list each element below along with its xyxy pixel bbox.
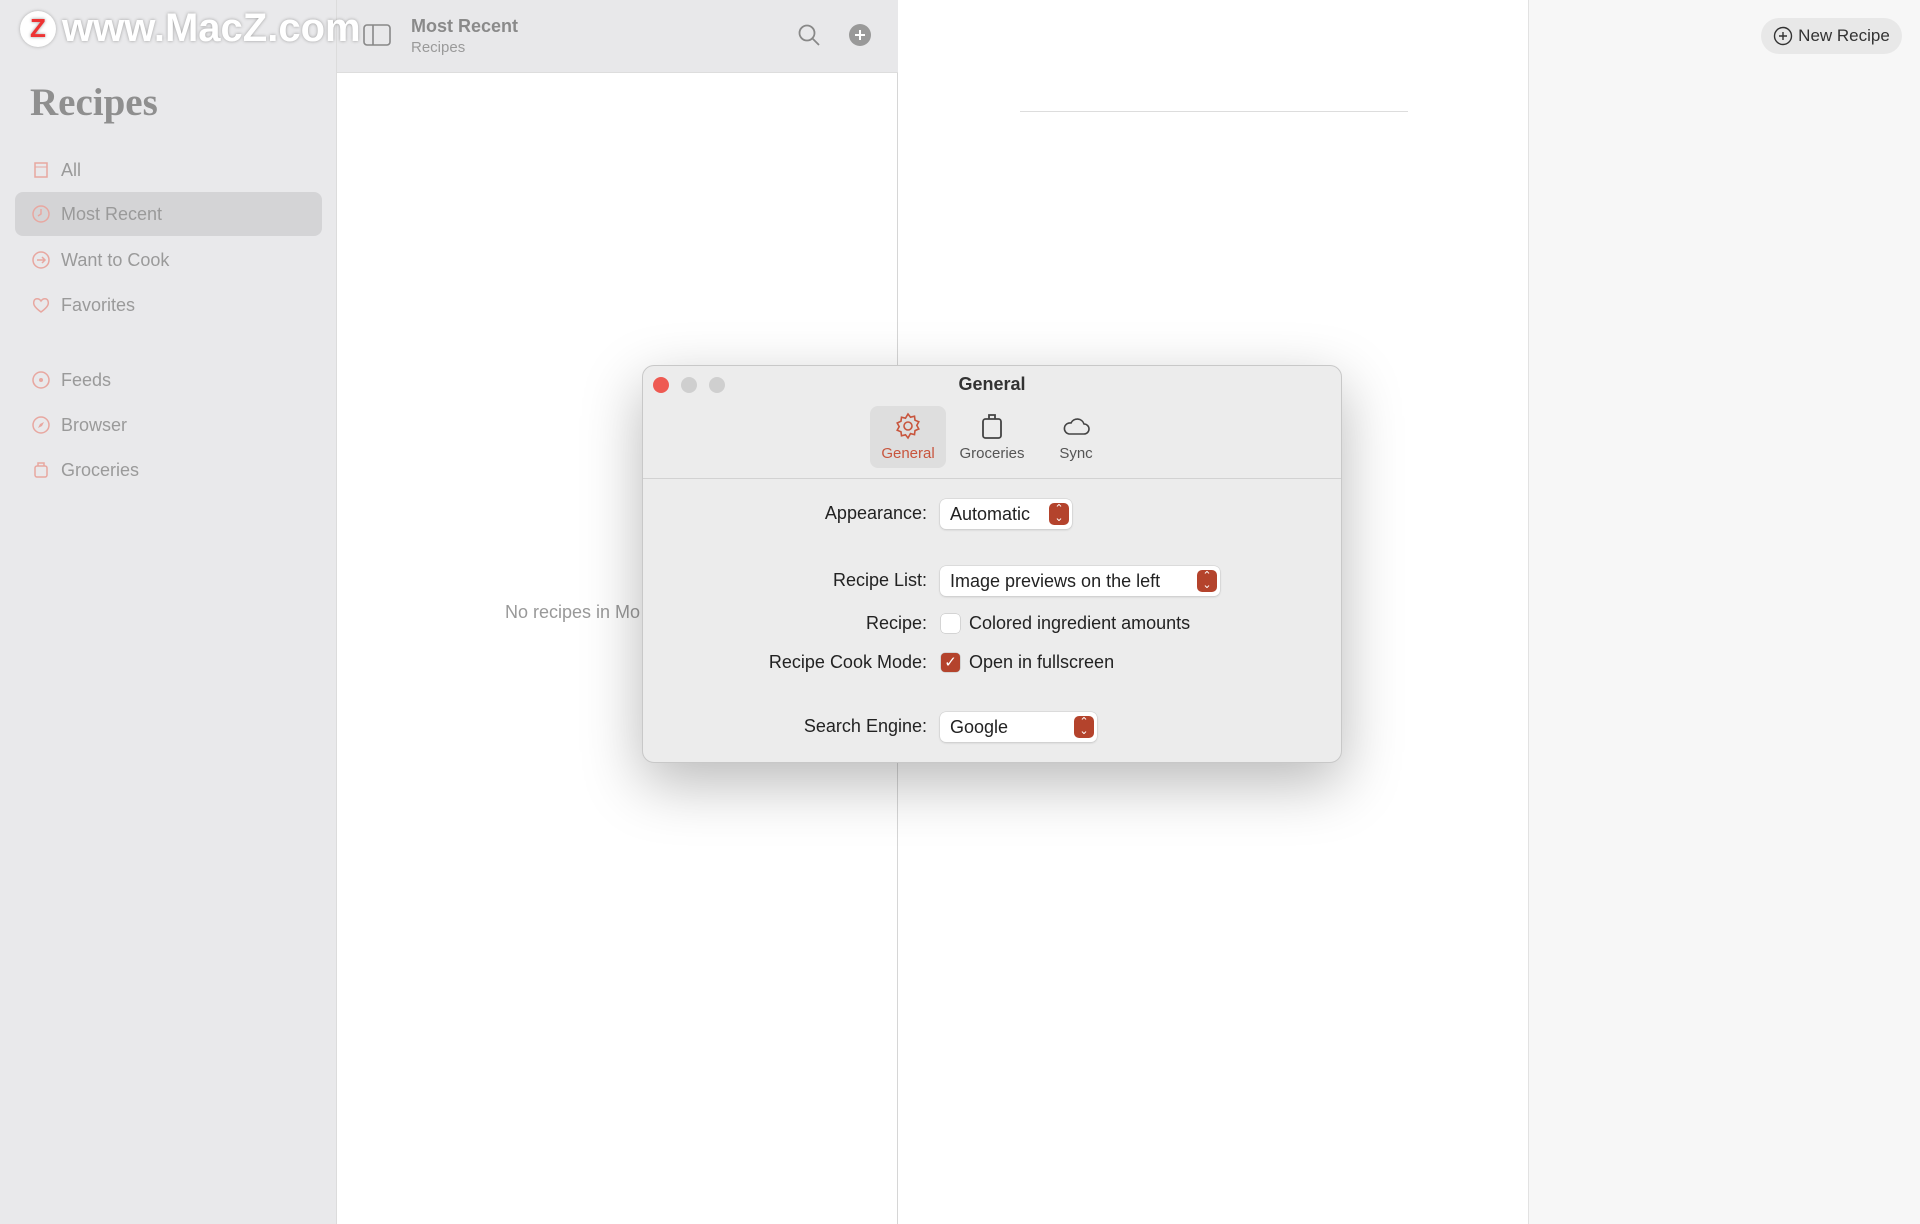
sidebar-item-favorites[interactable]: Favorites [15,283,322,327]
colored-ingredient-label[interactable]: Colored ingredient amounts [969,613,1190,634]
compass-icon [32,416,50,434]
search-engine-value: Google [950,716,1009,737]
appearance-label: Appearance: [824,503,927,523]
sidebar-item-label: Want to Cook [61,249,170,270]
sidebar-title: Recipes [30,81,158,124]
sidebar-item-groceries[interactable]: Groceries [15,448,322,492]
cook-mode-label: Recipe Cook Mode: [768,652,927,672]
open-fullscreen-checkbox[interactable]: ✓ [941,653,960,672]
search-icon[interactable] [797,23,821,47]
empty-state-text: No recipes in Mo [505,602,641,622]
chevron-up-down-icon: ⌃ ⌄ [1197,570,1217,592]
new-recipe-label: New Recipe [1798,26,1890,45]
plus-circle-icon [1773,26,1793,46]
search-engine-label: Search Engine: [803,716,927,736]
list-title: Most Recent [411,16,519,36]
cloud-icon [1063,418,1090,435]
recipe-list-label: Recipe List: [832,570,927,590]
dialog-title: General [958,374,1026,394]
feed-icon [32,371,50,389]
sidebar-item-browser[interactable]: Browser [15,403,322,447]
tab-groceries[interactable]: Groceries [954,406,1030,468]
chevron-up-down-icon: ⌃ ⌄ [1049,503,1069,525]
sidebar-toggle-icon[interactable] [363,24,391,46]
preferences-dialog: General General Groceries Sync Appearanc… [642,365,1342,763]
bag-icon [34,462,48,478]
bag-icon [982,414,1002,439]
tab-general[interactable]: General [870,406,946,468]
new-recipe-button[interactable]: New Recipe [1761,18,1902,54]
recipe-list-select[interactable]: Image previews on the left ⌃ ⌄ [940,566,1220,596]
gear-icon [896,412,920,440]
appearance-select[interactable]: Automatic ⌃ ⌄ [940,499,1072,529]
watermark-logo: Z [20,10,56,47]
sidebar-item-most-recent[interactable]: Most Recent [15,192,322,236]
sidebar-item-label: Browser [61,414,128,435]
toolbar-divider [643,478,1341,479]
heart-icon [32,298,50,313]
list-subtitle: Recipes [411,39,466,56]
list-header: Most Recent Recipes [337,0,898,73]
sidebar-item-feeds[interactable]: Feeds [15,358,322,402]
sidebar-item-all[interactable]: All [15,148,322,192]
add-icon[interactable] [848,23,872,47]
tab-sync[interactable]: Sync [1038,406,1114,468]
right-pane: New Recipe [1529,0,1920,1224]
archive-icon [34,162,48,178]
open-fullscreen-label[interactable]: Open in fullscreen [969,652,1114,673]
watermark-text: www.MacZ.com [62,6,361,50]
sidebar-item-label: All [61,159,82,180]
sidebar-item-label: Groceries [61,459,140,480]
tab-label: Groceries [959,445,1025,462]
sidebar: Recipes All Most Recent Want to Cook Fav… [0,0,337,1224]
tab-label: General [881,445,935,462]
watermark: Zwww.MacZ.com [20,6,361,51]
tab-label: Sync [1059,445,1093,462]
colored-ingredient-checkbox[interactable] [941,614,960,633]
arrow-circle-icon [32,251,50,269]
divider [1020,111,1408,112]
search-engine-select[interactable]: Google ⌃ ⌄ [940,712,1097,742]
appearance-value: Automatic [950,503,1031,524]
sidebar-item-label: Most Recent [61,203,163,224]
chevron-up-down-icon: ⌃ ⌄ [1074,716,1094,738]
sidebar-item-want-to-cook[interactable]: Want to Cook [15,238,322,282]
recipe-list-value: Image previews on the left [950,570,1161,591]
sidebar-item-label: Feeds [61,369,112,390]
clock-icon [32,205,50,223]
recipe-label: Recipe: [865,613,927,633]
sidebar-item-label: Favorites [61,294,136,315]
